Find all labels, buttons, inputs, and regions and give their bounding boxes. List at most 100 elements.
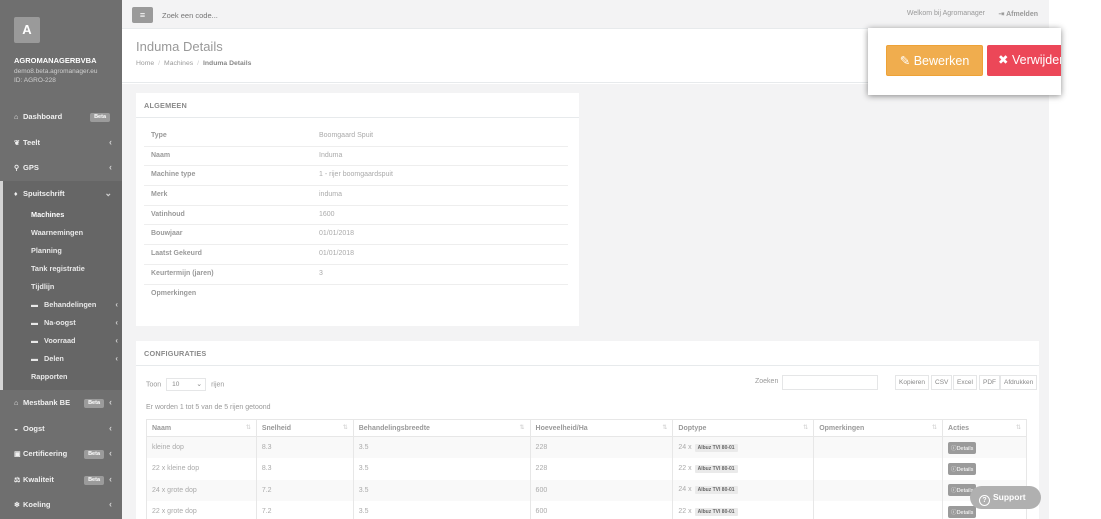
- cell-acties: ⓘDetails: [942, 436, 1027, 458]
- welcome-text: Welkom bij Agromanager: [906, 10, 985, 17]
- detail-value: 1 - rijer boomgaardspuit: [319, 171, 393, 179]
- content-area: ALGEMEEN Type Boomgaard Spuit Naam Induma …: [122, 84, 1049, 519]
- sort-icon: ⇅: [519, 425, 525, 431]
- sidebar-item-koeling[interactable]: ❄ Koeling ‹: [0, 492, 122, 518]
- cell-breedte: 3.5: [352, 479, 531, 501]
- folder-icon: ▬: [31, 338, 38, 345]
- excel-button[interactable]: Excel: [953, 375, 977, 390]
- cell-breedte: 3.5: [352, 436, 531, 458]
- cell-naam: kleine dop: [146, 436, 257, 458]
- avatar[interactable]: A: [14, 17, 40, 43]
- sort-icon: ⇅: [803, 425, 809, 431]
- sidebar-item-spuitschrift[interactable]: ♦ Spuitschrift ⌄: [3, 181, 122, 207]
- sidebar-item-certificering[interactable]: ▣ Certificering Beta ‹: [0, 441, 122, 467]
- dop-type-badge: Albuz TVI 80-01: [694, 464, 738, 473]
- detail-value: 01/01/2018: [319, 230, 355, 238]
- sidebar-item-kwaliteit[interactable]: ⚖ Kwaliteit Beta ‹: [0, 467, 122, 493]
- cell-snelheid: 8.3: [255, 458, 354, 480]
- menu-toggle-button[interactable]: ≡: [132, 7, 153, 23]
- csv-button[interactable]: CSV: [931, 375, 953, 390]
- details-button[interactable]: ⓘDetails: [948, 505, 977, 518]
- column-header-acties[interactable]: Acties ⇅: [942, 419, 1027, 437]
- column-header-opmerkingen[interactable]: Opmerkingen ⇅: [813, 419, 944, 437]
- sidebar-section-spuitschrift: ♦ Spuitschrift ⌄ Machines Waarnemingen Pl…: [0, 180, 122, 390]
- sidebar-item-gps[interactable]: ⚲ GPS ‹: [0, 155, 122, 181]
- column-header-doptype[interactable]: Doptype ⇅: [672, 419, 815, 437]
- detail-key: Merk: [151, 191, 168, 199]
- dop-type-badge: Albuz TVI 80-01: [694, 486, 738, 495]
- column-header-label: Hoeveelheid/Ha: [535, 424, 588, 432]
- column-header-behandelingsbreedte[interactable]: Behandelingsbreedte ⇅: [352, 419, 531, 437]
- chevron-left-icon: ‹: [109, 448, 112, 458]
- breadcrumb-machines[interactable]: Machines: [164, 60, 193, 67]
- details-label: Details: [956, 445, 974, 452]
- cell-snelheid: 7.2: [255, 501, 354, 519]
- config-panel-title: CONFIGURATIES: [136, 341, 1039, 366]
- sidebar-subitem-tank-registratie[interactable]: Tank registratie: [3, 260, 122, 278]
- sidebar-subitem-delen[interactable]: ▬ Delen ‹: [3, 350, 122, 368]
- cell-breedte: 3.5: [352, 501, 531, 519]
- sidebar-subitem-na-oogst[interactable]: ▬ Na-oogst ‹: [3, 314, 122, 332]
- cell-opmerkingen: [813, 479, 944, 501]
- page-title: Induma Details: [136, 39, 223, 54]
- logout-link[interactable]: ⇥ Afmelden: [999, 10, 1038, 18]
- column-header-hoeveelheid[interactable]: Hoeveelheid/Ha ⇅: [529, 419, 674, 437]
- table-row: kleine dop 8.3 3.5 228 24 x Albuz TVI 80-…: [146, 436, 1027, 458]
- sidebar: A AGROMANAGERBVBA demo8.beta.agromanager…: [0, 0, 122, 519]
- sidebar-subitem-label: Na-oogst: [44, 318, 76, 327]
- dop-count: 24 x: [678, 443, 692, 451]
- breadcrumb-home[interactable]: Home: [136, 60, 154, 67]
- page-length-select[interactable]: 10 ⌄: [166, 378, 207, 391]
- company-domain: demo8.beta.agromanager.eu: [14, 68, 98, 75]
- config-table: Naam ⇅ Snelheid ⇅ Behandelingsbreedte ⇅ Hoe…: [146, 419, 1027, 519]
- column-header-label: Opmerkingen: [819, 424, 865, 432]
- table-search-label: Zoeken: [755, 378, 779, 385]
- sidebar-subitem-label: Waarnemingen: [31, 228, 84, 237]
- sidebar-subitem-behandelingen[interactable]: ▬ Behandelingen ‹: [3, 296, 122, 314]
- sidebar-subitem-rapporten[interactable]: Rapporten: [3, 368, 122, 386]
- folder-icon: ▬: [31, 356, 38, 363]
- cell-breedte: 3.5: [352, 458, 531, 480]
- edit-button[interactable]: ✎ Bewerken: [886, 45, 983, 76]
- detail-row-laatst-gekeurd: Laatst Gekeurd 01/01/2018: [144, 245, 568, 265]
- sort-icon: ⇅: [932, 425, 938, 431]
- cell-opmerkingen: [813, 436, 944, 458]
- search-input[interactable]: [162, 8, 362, 23]
- details-label: Details: [956, 509, 974, 516]
- detail-key: Keurtermijn (jaren): [151, 269, 214, 277]
- sidebar-subitem-label: Rapporten: [31, 372, 68, 381]
- detail-value: 01/01/2018: [319, 250, 355, 258]
- sidebar-subitem-waarnemingen[interactable]: Waarnemingen: [3, 224, 122, 242]
- config-panel: CONFIGURATIES Toon 10 ⌄ rijen Zoeken Kopi…: [136, 341, 1039, 519]
- detail-row-vatinhoud: Vatinhoud 1600: [144, 206, 568, 226]
- action-popup: ✎ Bewerken ✖ Verwijderen: [868, 28, 1061, 95]
- print-button[interactable]: Afdrukken: [1000, 375, 1038, 390]
- cell-doptype: 22 x Albuz TVI 80-01: [672, 458, 815, 480]
- pdf-button[interactable]: PDF: [979, 375, 1000, 390]
- column-header-snelheid[interactable]: Snelheid ⇅: [255, 419, 354, 437]
- tint-icon: ♦: [14, 190, 18, 198]
- detail-value: 3: [319, 269, 323, 277]
- delete-button[interactable]: ✖ Verwijderen: [987, 45, 1061, 76]
- support-button[interactable]: ? Support: [970, 486, 1041, 509]
- sidebar-subitem-tijdlijn[interactable]: Tijdlijn: [3, 278, 122, 296]
- sidebar-item-teelt[interactable]: ❦ Teelt ‹: [0, 130, 122, 156]
- sidebar-subitem-voorraad[interactable]: ▬ Voorraad ‹: [3, 332, 122, 350]
- details-button[interactable]: ⓘDetails: [948, 462, 977, 475]
- cell-naam: 22 x kleine dop: [146, 458, 257, 480]
- column-header-naam[interactable]: Naam ⇅: [146, 419, 257, 437]
- sidebar-subitem-machines[interactable]: Machines: [3, 206, 122, 224]
- general-panel-title: ALGEMEEN: [136, 93, 579, 118]
- sidebar-item-dashboard[interactable]: ⌂ Dashboard Beta: [0, 104, 122, 130]
- dop-count: 24 x: [678, 486, 692, 494]
- table-search-input[interactable]: [782, 375, 878, 390]
- sidebar-subitem-planning[interactable]: Planning: [3, 242, 122, 260]
- detail-value: Induma: [319, 151, 343, 159]
- column-header-label: Behandelingsbreedte: [358, 424, 430, 432]
- details-button[interactable]: ⓘDetails: [948, 441, 977, 454]
- sidebar-item-oogst[interactable]: ◒ Oogst ‹: [0, 416, 122, 442]
- copy-button[interactable]: Kopieren: [895, 375, 930, 390]
- dop-type-badge: Albuz TVI 80-01: [694, 507, 738, 516]
- sidebar-item-mestbank[interactable]: ⌂ Mestbank BE Beta ‹: [0, 390, 122, 416]
- chevron-left-icon: ‹: [109, 473, 112, 484]
